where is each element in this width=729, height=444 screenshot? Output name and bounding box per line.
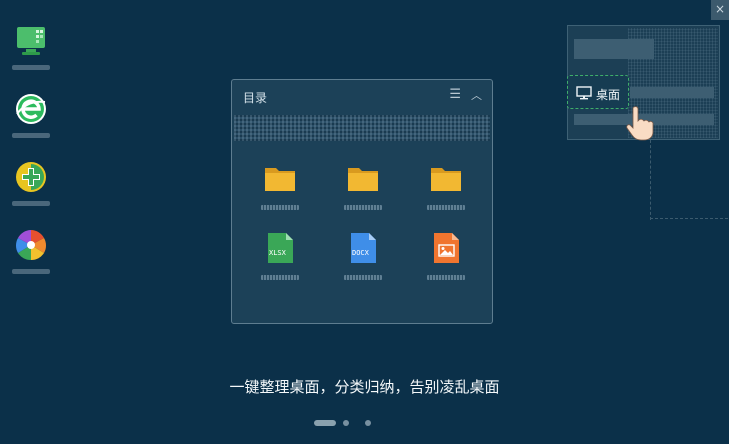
file-name-placeholder bbox=[261, 205, 299, 210]
desktop-icon-browser[interactable] bbox=[10, 88, 54, 156]
image-file-item[interactable] bbox=[410, 232, 482, 292]
xlsx-file-item[interactable]: XLSX bbox=[244, 232, 316, 292]
folder-item[interactable] bbox=[327, 162, 399, 222]
desktop-chip-label: 桌面 bbox=[596, 88, 621, 102]
pager-dot[interactable] bbox=[343, 420, 349, 426]
window-header-strip bbox=[234, 115, 490, 141]
docx-file-icon bbox=[351, 233, 376, 263]
preview-bar bbox=[630, 87, 714, 98]
file-name-placeholder bbox=[427, 275, 465, 280]
image-file-icon bbox=[434, 233, 459, 263]
docx-file-item[interactable]: DOCX bbox=[327, 232, 399, 292]
preview-bar bbox=[574, 39, 654, 59]
pager-dot-active[interactable] bbox=[314, 420, 336, 426]
menu-icon[interactable]: ☰ bbox=[449, 87, 461, 102]
xlsx-file-icon bbox=[268, 233, 293, 263]
file-name-placeholder bbox=[344, 275, 382, 280]
window-title: 目录 bbox=[243, 91, 268, 105]
file-name-placeholder bbox=[427, 205, 465, 210]
pager-dot[interactable] bbox=[365, 420, 371, 426]
computer-app-icon bbox=[17, 27, 45, 55]
pinwheel-icon bbox=[15, 230, 47, 261]
desktop-chip-button[interactable]: 桌面 bbox=[567, 75, 629, 109]
plus-shield-icon bbox=[16, 162, 46, 192]
docx-tag: DOCX bbox=[352, 249, 369, 257]
chevron-up-icon[interactable]: ︿ bbox=[471, 87, 482, 103]
desktop-icon-pinwheel[interactable] bbox=[10, 224, 54, 292]
desktop-icon-computer[interactable] bbox=[10, 20, 54, 88]
file-name-placeholder bbox=[344, 205, 382, 210]
desktop-icon-column bbox=[10, 20, 54, 292]
folder-icon bbox=[348, 168, 378, 191]
folder-item[interactable] bbox=[410, 162, 482, 222]
pointing-hand-icon bbox=[626, 106, 654, 141]
xlsx-tag: XLSX bbox=[269, 249, 286, 257]
directory-window: 目录 ☰ ︿ XLSX DOCX bbox=[231, 79, 493, 324]
connector-line bbox=[650, 218, 728, 220]
desktop-icon-label bbox=[12, 65, 50, 70]
folder-icon bbox=[265, 168, 295, 191]
folder-icon bbox=[431, 168, 461, 191]
desktop-icon-label bbox=[12, 201, 50, 206]
close-button[interactable]: × bbox=[711, 0, 729, 20]
folder-item[interactable] bbox=[244, 162, 316, 222]
monitor-icon bbox=[576, 86, 592, 100]
file-name-placeholder bbox=[261, 275, 299, 280]
connector-line bbox=[650, 140, 652, 220]
desktop-icon-plus[interactable] bbox=[10, 156, 54, 224]
desktop-icon-label bbox=[12, 133, 50, 138]
browser-e-icon bbox=[16, 94, 46, 124]
caption-text: 一键整理桌面，分类归纳，告别凌乱桌面 bbox=[229, 378, 500, 396]
desktop-icon-label bbox=[12, 269, 50, 274]
